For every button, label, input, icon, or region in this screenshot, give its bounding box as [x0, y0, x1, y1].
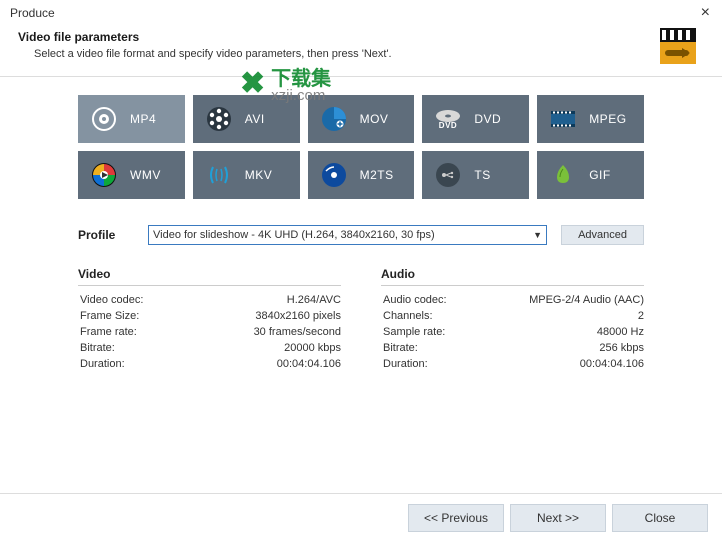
header: Video file parameters Select a video fil…: [0, 26, 722, 76]
format-mov[interactable]: MOV: [308, 95, 415, 143]
close-icon[interactable]: ×: [697, 4, 714, 22]
m2ts-icon: [320, 161, 348, 189]
video-heading: Video: [78, 267, 341, 286]
format-mp4[interactable]: MP4: [78, 95, 185, 143]
spec-row: Bitrate:256 kbps: [381, 340, 644, 356]
format-label: WMV: [130, 168, 161, 182]
format-ts[interactable]: TS: [422, 151, 529, 199]
spec-row: Sample rate:48000 Hz: [381, 324, 644, 340]
ts-icon: [434, 161, 462, 189]
svg-text:DVD: DVD: [439, 121, 457, 130]
format-label: GIF: [589, 168, 611, 182]
spec-row: Video codec:H.264/AVC: [78, 292, 341, 308]
spec-row: Bitrate:20000 kbps: [78, 340, 341, 356]
format-mkv[interactable]: MKV: [193, 151, 300, 199]
profile-selected: Video for slideshow - 4K UHD (H.264, 384…: [153, 229, 435, 241]
spec-row: Duration:00:04:04.106: [381, 356, 644, 372]
clapperboard-icon: [658, 26, 698, 66]
format-label: MKV: [245, 168, 273, 182]
format-grid: MP4 AVI MOV DVD DVD MPEG: [78, 95, 644, 199]
avi-icon: [205, 105, 233, 133]
video-specs: Video Video codec:H.264/AVC Frame Size:3…: [78, 267, 341, 372]
spec-row: Channels:2: [381, 308, 644, 324]
spec-row: Frame rate:30 frames/second: [78, 324, 341, 340]
format-wmv[interactable]: WMV: [78, 151, 185, 199]
format-label: MP4: [130, 112, 156, 126]
mpeg-icon: [549, 105, 577, 133]
profile-select[interactable]: Video for slideshow - 4K UHD (H.264, 384…: [148, 225, 547, 245]
format-mpeg[interactable]: MPEG: [537, 95, 644, 143]
format-dvd[interactable]: DVD DVD: [422, 95, 529, 143]
page-subtitle: Select a video file format and specify v…: [18, 48, 650, 60]
close-button[interactable]: Close: [612, 504, 708, 532]
profile-label: Profile: [78, 228, 134, 242]
wmv-icon: [90, 161, 118, 189]
dvd-icon: DVD: [434, 105, 462, 133]
format-label: TS: [474, 168, 490, 182]
format-label: MOV: [360, 112, 389, 126]
advanced-button[interactable]: Advanced: [561, 225, 644, 245]
window-title: Produce: [10, 6, 55, 20]
footer: << Previous Next >> Close: [0, 493, 722, 542]
mp4-icon: [90, 105, 118, 133]
audio-specs: Audio Audio codec:MPEG-2/4 Audio (AAC) C…: [381, 267, 644, 372]
format-avi[interactable]: AVI: [193, 95, 300, 143]
titlebar: Produce ×: [0, 0, 722, 26]
profile-row: Profile Video for slideshow - 4K UHD (H.…: [78, 225, 644, 245]
previous-button[interactable]: << Previous: [408, 504, 504, 532]
chevron-down-icon: ▼: [533, 230, 542, 240]
format-gif[interactable]: GIF: [537, 151, 644, 199]
audio-heading: Audio: [381, 267, 644, 286]
format-m2ts[interactable]: M2TS: [308, 151, 415, 199]
mkv-icon: [205, 161, 233, 189]
format-label: M2TS: [360, 168, 394, 182]
format-label: DVD: [474, 112, 501, 126]
spec-row: Frame Size:3840x2160 pixels: [78, 308, 341, 324]
spec-row: Duration:00:04:04.106: [78, 356, 341, 372]
specs: Video Video codec:H.264/AVC Frame Size:3…: [78, 267, 644, 372]
spec-row: Audio codec:MPEG-2/4 Audio (AAC): [381, 292, 644, 308]
page-title: Video file parameters: [18, 30, 650, 44]
format-label: AVI: [245, 112, 265, 126]
gif-icon: [549, 161, 577, 189]
format-label: MPEG: [589, 112, 626, 126]
next-button[interactable]: Next >>: [510, 504, 606, 532]
mov-icon: [320, 105, 348, 133]
